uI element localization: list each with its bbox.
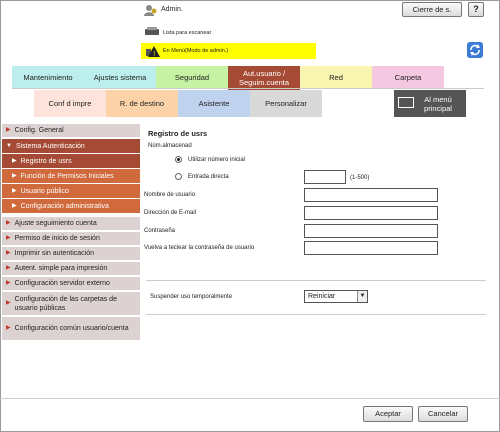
menu-label: Usuario público (20, 187, 69, 195)
menu-label: Registro de usrs (20, 157, 72, 165)
divider (146, 314, 486, 315)
menu-label: Sistema Autenticación (15, 142, 85, 150)
tab-r-destino[interactable]: R. de destino (106, 90, 178, 117)
chevron-right-icon: ▶ (12, 202, 17, 209)
menu-label: Config. General (14, 127, 64, 134)
menu-label: Imprimir sin autenticación (14, 250, 94, 257)
menu-registro-usrs[interactable]: ▶ Registro de usrs (2, 154, 140, 168)
menu-imprimir-sin-auth[interactable]: ▶ Imprimir sin autenticación (2, 247, 140, 261)
tab-ajustes-sistema[interactable]: Ajustes sistema (84, 66, 156, 88)
chevron-right-icon: ▶ (6, 127, 11, 133)
menu-servidor-externo[interactable]: ▶ Configuración servidor externo (2, 277, 140, 291)
main-menu-icon (398, 97, 414, 108)
footer-divider (0, 398, 500, 399)
user-label: Admin. (161, 6, 183, 13)
scanner-icon (145, 27, 159, 35)
password-input[interactable] (304, 224, 438, 238)
password-label: Contraseña (144, 228, 176, 234)
menu-label: Configuración común usuario/cuenta (14, 325, 129, 332)
menu-usuario-publico[interactable]: ▶ Usuario público (2, 184, 140, 198)
radio-direct-entry[interactable] (175, 173, 182, 180)
num-label: Núm.almacenad (148, 143, 192, 149)
password-retype-input[interactable] (304, 241, 438, 255)
cancel-button[interactable]: Cancelar (418, 406, 468, 422)
mode-label: En Menú(Modo de admin.) (163, 48, 229, 54)
menu-label: Autent. simple para impresión (14, 265, 108, 272)
menu-label: Permiso de inicio de sesión (14, 235, 100, 242)
menu-permiso-inicio[interactable]: ▶ Permiso de inicio de sesión (2, 232, 140, 246)
chevron-right-icon: ▶ (6, 235, 11, 241)
email-label: Dirección de E-mail (144, 210, 197, 216)
help-button[interactable]: ? (468, 2, 484, 17)
menu-autent-simple[interactable]: ▶ Autent. simple para impresión (2, 262, 140, 276)
menu-label: Configuración administrativa (20, 202, 109, 210)
tab-mantenimiento[interactable]: Mantenimiento (12, 66, 84, 88)
warning-icon: ! (146, 46, 160, 57)
radio-auto-label: Utilizar número inicial (188, 157, 246, 163)
tab-personalizar[interactable]: Personalizar (250, 90, 322, 117)
email-input[interactable] (304, 206, 438, 220)
refresh-icon[interactable] (467, 42, 483, 58)
chevron-right-icon: ▶ (12, 172, 17, 179)
tab-red[interactable]: Red (300, 66, 372, 88)
suspend-select[interactable]: Reiniciar ▼ (304, 290, 368, 303)
accept-button[interactable]: Aceptar (363, 406, 413, 422)
chevron-right-icon: ▶ (12, 157, 17, 164)
chevron-right-icon: ▶ (6, 250, 11, 256)
chevron-right-icon: ▶ (6, 220, 11, 226)
suspend-value: Reiniciar (308, 293, 336, 300)
chevron-right-icon: ▶ (6, 325, 11, 331)
suspend-label: Suspender uso temporalmente (150, 294, 233, 300)
chevron-right-icon: ▶ (12, 187, 17, 194)
admin-user-icon (144, 5, 157, 16)
svg-text:!: ! (153, 51, 155, 57)
tab-carpeta[interactable]: Carpeta (372, 66, 444, 88)
menu-config-administrativa[interactable]: ▶ Configuración administrativa (2, 199, 140, 213)
user-name-input[interactable] (304, 188, 438, 202)
scan-list-label: Lista para escanear (163, 30, 212, 36)
menu-label: Configuración servidor externo (14, 280, 110, 287)
range-hint: (1-500) (350, 175, 370, 181)
menu-ajuste-seguimiento[interactable]: ▶ Ajuste seguimiento cuenta (2, 217, 140, 231)
menu-label: Configuración de las carpetas de usuario… (14, 295, 117, 312)
menu-permisos-iniciales[interactable]: ▶ Función de Permisos Iniciales (2, 169, 140, 183)
chevron-right-icon: ▶ (6, 265, 11, 271)
chevron-down-icon: ▼ (6, 142, 12, 149)
direct-number-input[interactable] (304, 170, 346, 184)
user-name-label: Nombre de usuario (144, 192, 196, 198)
chevron-right-icon: ▶ (6, 300, 11, 306)
page-title: Registro de usrs (148, 129, 208, 138)
divider (146, 280, 486, 281)
menu-sistema-autenticacion[interactable]: ▼ Sistema Autenticación (2, 139, 140, 153)
menu-config-general[interactable]: ▶ Config. General (2, 124, 140, 138)
menu-config-comun[interactable]: ▶ Configuración común usuario/cuenta (2, 317, 140, 341)
logout-button[interactable]: Cierre de s. (402, 2, 462, 17)
menu-carpetas-publicas[interactable]: ▶ Configuración de las carpetas de usuari… (2, 292, 140, 316)
menu-label: Ajuste seguimiento cuenta (14, 220, 97, 227)
radio-direct-label: Entrada directa (188, 174, 229, 180)
chevron-right-icon: ▶ (6, 280, 11, 286)
password-retype-label: Vuelva a teclear la contraseña de usuari… (144, 245, 255, 251)
tab-asistente[interactable]: Asistente (178, 90, 250, 117)
tab-seguridad[interactable]: Seguridad (156, 66, 228, 88)
menu-label: Función de Permisos Iniciales (20, 172, 114, 180)
tab-conf-impre[interactable]: Conf d impre (34, 90, 106, 117)
chevron-down-icon: ▼ (357, 291, 367, 302)
tab-divider (12, 88, 484, 89)
radio-auto-number[interactable] (175, 156, 182, 163)
tab-aut-usuario[interactable]: Aut.usuario / Seguim.cuenta (228, 66, 300, 90)
